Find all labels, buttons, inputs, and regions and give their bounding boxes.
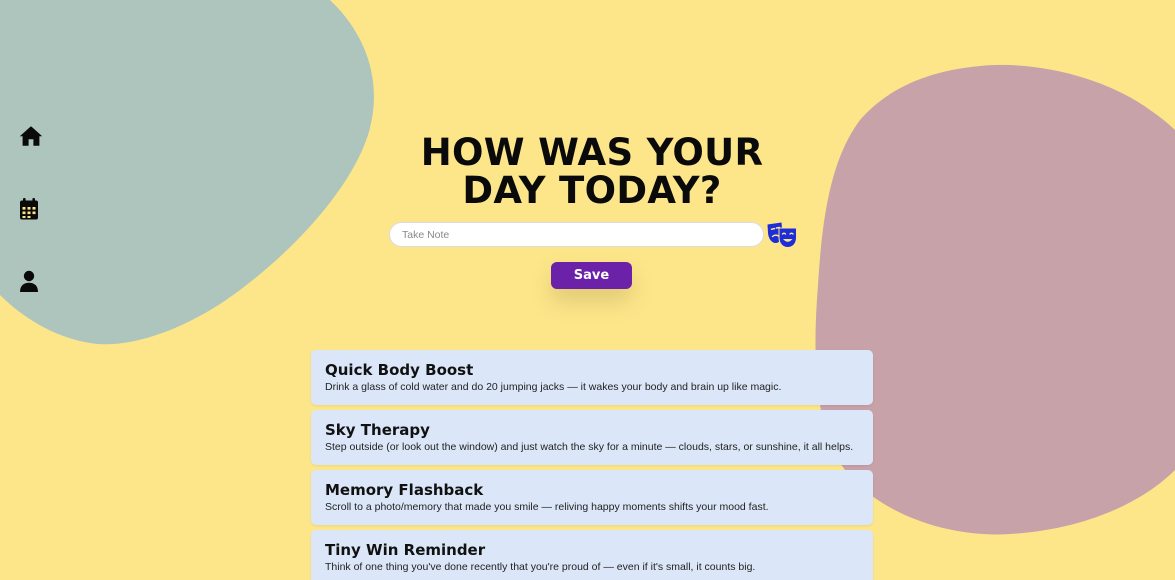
tip-description: Step outside (or look out the window) an… [325,441,854,453]
tip-description: Drink a glass of cold water and do 20 ju… [325,381,782,393]
tip-title: Sky Therapy [325,421,430,439]
tip-card: Memory Flashback Scroll to a photo/memor… [311,470,873,525]
tip-card: Tiny Win Reminder Think of one thing you… [311,530,873,580]
note-input[interactable] [389,222,764,247]
tip-title: Tiny Win Reminder [325,541,486,559]
tip-title: Quick Body Boost [325,361,474,379]
left-blob [0,0,374,345]
user-icon [20,270,38,292]
sidebar-item-calendar[interactable] [12,192,46,226]
sidebar-item-home[interactable] [14,119,48,153]
page-title-line-1: HOW WAS YOUR [420,131,764,174]
tips-list: Quick Body Boost Drink a glass of cold w… [311,350,873,580]
page-title: HOW WAS YOUR DAY TODAY? [392,134,792,210]
tip-description: Scroll to a photo/memory that made you s… [325,501,769,513]
calendar-icon [20,198,38,220]
mood-button[interactable] [766,221,798,249]
tip-card: Quick Body Boost Drink a glass of cold w… [311,350,873,405]
tip-title: Memory Flashback [325,481,484,499]
page-title-line-2: DAY TODAY? [462,169,722,212]
theater-masks-icon [767,222,797,249]
save-button[interactable]: Save [551,262,632,289]
tip-description: Think of one thing you've done recently … [325,561,756,573]
home-icon [19,126,43,146]
tip-card: Sky Therapy Step outside (or look out th… [311,410,873,465]
sidebar-item-profile[interactable] [12,264,46,298]
